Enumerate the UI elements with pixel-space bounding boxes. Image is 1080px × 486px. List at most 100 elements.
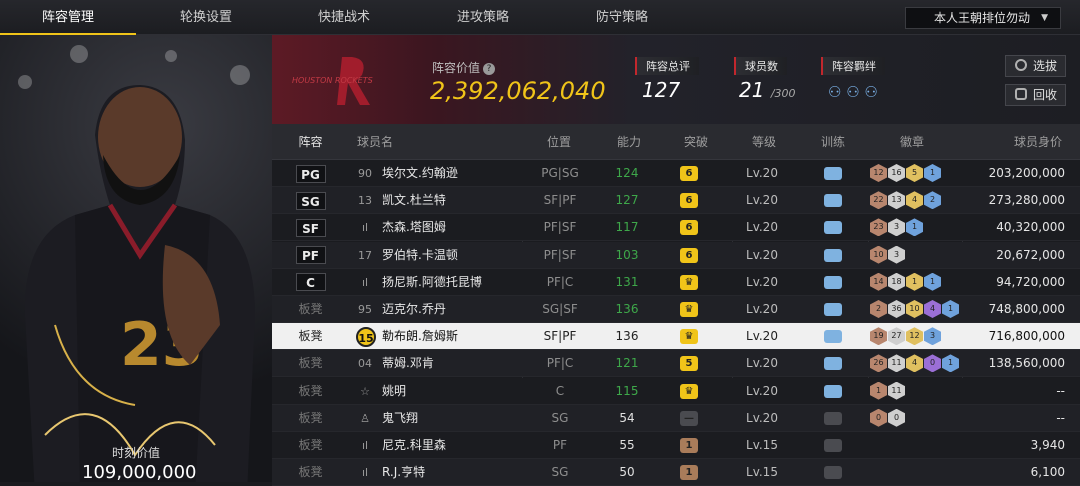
tab-quick-tactics[interactable]: 快捷战术 — [276, 0, 412, 35]
training-icon[interactable] — [824, 357, 842, 371]
help-icon[interactable]: ? — [483, 63, 496, 75]
player-count-max: /300 — [770, 87, 796, 100]
jersey-number: 04 — [358, 357, 372, 371]
training-icon[interactable] — [824, 275, 842, 289]
table-row[interactable]: SF ıl 杰森.塔图姆 PF|SF 117 6 Lv.20 23 3 1 40,320,000 — [272, 214, 1080, 242]
recycle-button[interactable]: 回收 — [1005, 84, 1066, 106]
player-rating: 124 — [615, 166, 639, 180]
training-icon[interactable] — [824, 248, 842, 262]
col-rating[interactable]: 能力 — [617, 124, 641, 160]
tab-lineup[interactable]: 阵容管理 — [0, 0, 136, 35]
table-row[interactable]: SG 13 凯文.杜兰特 SF|PF 127 6 Lv.20 22 13 4 2 273,280,00… — [272, 187, 1080, 215]
badge-hex: 2 — [924, 191, 941, 210]
slot-badge: 板凳 — [272, 350, 349, 377]
col-lineup[interactable]: 阵容 — [272, 124, 349, 160]
slot-badge: PG — [272, 160, 349, 187]
training-icon[interactable] — [824, 466, 842, 480]
training-icon[interactable] — [824, 167, 842, 180]
player-name: 扬尼斯.阿德托昆博 — [382, 274, 482, 289]
breakthrough-badge: ♛ — [680, 302, 698, 317]
lineup-value-label: 阵容价值? — [432, 59, 496, 76]
player-level: Lv.20 — [746, 302, 778, 316]
player-position: PF|SF — [543, 220, 577, 235]
breakthrough-badge: 6 — [680, 193, 698, 209]
player-worth: 716,800,000 — [988, 329, 1065, 344]
badge-hex: 0 — [924, 354, 941, 373]
chevron-down-icon: ▼ — [1041, 13, 1048, 23]
table-row[interactable]: Cıl 扬尼斯.阿德托昆博 PF|C 131 ♛ Lv.20 14 18 1 1 94,720,00… — [272, 268, 1080, 296]
select-button[interactable]: 选拔 — [1005, 55, 1066, 77]
col-level[interactable]: 等级 — [752, 124, 776, 160]
jersey-number: ıl — [361, 275, 369, 289]
col-position[interactable]: 位置 — [547, 124, 571, 160]
col-name[interactable]: 球员名 — [357, 124, 393, 160]
training-icon[interactable] — [824, 303, 842, 316]
jersey-number: 90 — [358, 167, 372, 180]
player-level: Lv.20 — [746, 383, 778, 398]
table-row[interactable]: 板凳 ıl 尼克.科里森 PF 55 1 Lv.15 3,940 — [272, 432, 1080, 459]
top-tabs: 阵容管理 轮换设置 快捷战术 进攻策略 防守策略 本人王朝排位勿动 ▼ — [0, 0, 1080, 35]
team-dropdown-value: 本人王朝排位勿动 — [934, 11, 1031, 25]
badge-hex: 0 — [870, 408, 887, 427]
tab-rotation[interactable]: 轮换设置 — [138, 0, 274, 35]
player-rating: 127 — [615, 193, 639, 208]
table-row[interactable]: 板凳 ☆ 姚明 C 115 ♛ Lv.20 1 11 -- — [272, 377, 1080, 405]
table-row[interactable]: 板凳 15 勒布朗.詹姆斯 SF|PF 136 ♛ Lv.20 19 27 12 3 716,800,… — [272, 323, 1080, 351]
jersey-number: 15 — [356, 327, 376, 348]
training-icon[interactable] — [824, 384, 842, 398]
player-card[interactable]: 23 时刻价值 109,000,000 — [0, 35, 272, 482]
badge-hex: 11 — [888, 354, 905, 373]
badge-hex: 1 — [870, 381, 887, 400]
col-badges[interactable]: 徽章 — [900, 124, 924, 160]
player-level: Lv.20 — [746, 356, 778, 371]
player-level: Lv.15 — [746, 438, 778, 452]
player-worth: 94,720,000 — [996, 274, 1065, 289]
col-breakthrough[interactable]: 突破 — [684, 124, 708, 160]
overall-value: 127 — [642, 78, 681, 102]
slot-label: PF — [295, 246, 326, 265]
team-dropdown[interactable]: 本人王朝排位勿动 ▼ — [905, 7, 1061, 29]
badge-hex: 16 — [888, 164, 905, 182]
slot-label: 板凳 — [298, 465, 323, 480]
player-name: 姚明 — [382, 383, 407, 398]
player-name: 杰森.塔图姆 — [382, 220, 446, 235]
player-worth: -- — [1056, 383, 1065, 398]
player-rating: 55 — [619, 438, 635, 452]
badge-hex: 12 — [906, 327, 923, 346]
slot-badge: C — [272, 269, 349, 296]
col-training[interactable]: 训练 — [821, 124, 845, 160]
tab-defense[interactable]: 防守策略 — [554, 0, 690, 35]
training-icon[interactable] — [824, 330, 842, 344]
bond-icons[interactable]: ⚇ ⚇ ⚇ — [828, 83, 878, 101]
moment-value: 109,000,000 — [82, 462, 197, 482]
player-rating: 115 — [615, 383, 639, 398]
player-photo: 23 — [24, 85, 255, 482]
player-position: C — [555, 383, 565, 398]
col-worth[interactable]: 球员身价 — [1014, 124, 1062, 160]
training-icon[interactable] — [824, 411, 842, 425]
training-icon[interactable] — [824, 194, 842, 208]
table-row[interactable]: 板凳 95 迈克尔.乔丹 SG|SF 136 ♛ Lv.20 2 36 10 4 1 748,800,0… — [272, 296, 1080, 323]
table-row[interactable]: PF 17 罗伯特.卡温顿 PF|SF 103 6 Lv.20 10 3 20,672,000 — [272, 241, 1080, 269]
table-row[interactable]: 板凳 04 蒂姆.邓肯 PF|C 121 5 Lv.20 26 11 4 0 1 138,560,000 — [272, 350, 1080, 378]
player-position: PG|SG — [541, 166, 579, 180]
breakthrough-badge: 6 — [680, 220, 698, 236]
breakthrough-badge: — — [680, 410, 698, 426]
player-name: 埃尔文.约翰逊 — [382, 166, 458, 180]
player-worth: 203,200,000 — [988, 166, 1065, 180]
training-icon[interactable] — [824, 439, 842, 452]
jersey-number: ıl — [361, 221, 369, 235]
training-icon[interactable] — [824, 221, 842, 235]
slot-label: 板凳 — [298, 438, 323, 452]
badge-hex: 1 — [906, 218, 923, 237]
tab-offense[interactable]: 进攻策略 — [415, 0, 551, 35]
lineup-value: 2,392,062,040 — [430, 77, 606, 105]
table-row[interactable]: 板凳 ♙ 鬼飞翔 SG 54 — Lv.20 0 0 -- — [272, 404, 1080, 432]
badge-hex: 36 — [888, 300, 905, 318]
table-row[interactable]: PG 90 埃尔文.约翰逊 PG|SG 124 6 Lv.20 12 16 5 1 203,200,0… — [272, 160, 1080, 187]
player-rating: 117 — [615, 220, 639, 235]
player-worth: 748,800,000 — [988, 302, 1065, 316]
player-worth: 3,940 — [1030, 438, 1065, 452]
slot-label: SF — [295, 218, 326, 237]
slot-label: 板凳 — [298, 383, 323, 398]
